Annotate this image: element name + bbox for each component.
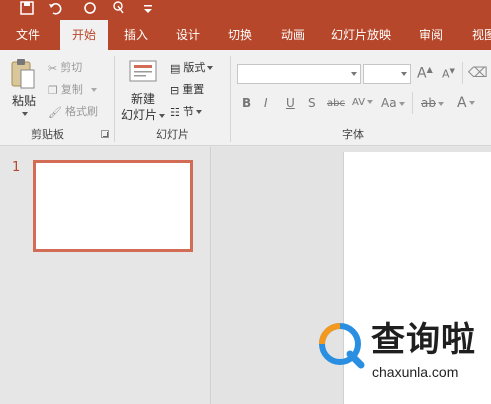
copy-button[interactable]: ❐ 复制 <box>48 81 97 97</box>
underline-button[interactable]: U <box>286 96 295 110</box>
slide-number: 1 <box>12 160 21 175</box>
watermark-domain: chaxunla.com <box>372 364 459 380</box>
change-case-button[interactable]: Aa <box>381 96 405 110</box>
new-slide-label-1[interactable]: 新建 <box>131 90 155 107</box>
redo-icon[interactable] <box>83 1 97 15</box>
section-button[interactable]: ☷ 节 <box>170 103 202 119</box>
scissors-icon: ✂ <box>48 61 58 75</box>
char-spacing-button[interactable]: AV <box>352 97 374 108</box>
save-icon[interactable] <box>20 1 34 15</box>
font-group-label: 字体 <box>342 128 364 141</box>
new-slide-label-2[interactable]: 幻灯片 <box>121 106 166 123</box>
clipboard-group-label: 剪贴板 <box>31 128 64 141</box>
undo-icon[interactable] <box>48 1 62 15</box>
section-icon: ☷ <box>170 105 180 119</box>
paste-dropdown-icon[interactable] <box>22 112 28 116</box>
slides-group-label: 幻灯片 <box>156 128 189 141</box>
layout-icon: ▤ <box>170 61 181 75</box>
italic-button[interactable]: I <box>264 96 268 110</box>
tab-file[interactable]: 文件 <box>8 20 48 50</box>
strikethrough-button[interactable]: abc <box>327 98 345 109</box>
clipboard-launcher-icon[interactable] <box>101 130 109 138</box>
ribbon-tabs: 文件 开始 插入 设计 切换 动画 幻灯片放映 审阅 视图 <box>0 20 491 50</box>
tab-insert[interactable]: 插入 <box>117 20 155 50</box>
bold-button[interactable]: B <box>242 96 251 110</box>
tab-animations[interactable]: 动画 <box>274 20 312 50</box>
font-color-button[interactable]: A <box>457 95 475 111</box>
cut-button[interactable]: ✂ 剪切 <box>48 59 82 75</box>
reset-icon: ⊟ <box>170 83 180 97</box>
new-slide-icon <box>129 60 157 82</box>
tab-review[interactable]: 审阅 <box>412 20 450 50</box>
tab-view[interactable]: 视图 <box>465 20 491 50</box>
tab-design[interactable]: 设计 <box>169 20 207 50</box>
group-divider <box>114 56 115 142</box>
group-divider <box>230 56 231 142</box>
clear-formatting-icon[interactable]: ⌫ <box>468 65 488 81</box>
group-divider <box>462 62 463 84</box>
slide-thumbnail[interactable] <box>33 160 193 252</box>
chevron-down-icon <box>351 72 357 76</box>
copy-icon: ❐ <box>48 83 58 97</box>
brush-icon: 🖌 <box>48 105 62 119</box>
group-divider <box>412 92 413 114</box>
paste-label[interactable]: 粘贴 <box>12 92 36 109</box>
format-painter-button[interactable]: 🖌 格式刷 <box>48 103 98 119</box>
layout-button[interactable]: ▤ 版式 <box>170 59 214 75</box>
touch-mode-icon[interactable] <box>112 1 128 15</box>
font-size-input[interactable] <box>363 64 411 84</box>
tab-transitions[interactable]: 切换 <box>221 20 259 50</box>
tab-slide-show[interactable]: 幻灯片放映 <box>328 20 394 50</box>
shrink-font-button[interactable]: A▼ <box>442 67 455 81</box>
highlight-button[interactable]: ab <box>421 96 444 110</box>
font-name-input[interactable] <box>237 64 361 84</box>
paste-icon <box>11 59 35 89</box>
tab-home[interactable]: 开始 <box>60 20 108 50</box>
paste-button[interactable] <box>10 58 36 93</box>
reset-button[interactable]: ⊟ 重置 <box>170 81 204 97</box>
ribbon-home: 粘贴 ✂ 剪切 ❐ 复制 🖌 格式刷 剪贴板 新建 幻灯片 ▤ 版式 ⊟ 重置 ☷ 节 幻灯… <box>0 50 491 146</box>
chevron-down-icon <box>401 72 407 76</box>
watermark-brand: 查询啦 <box>371 320 476 360</box>
grow-font-button[interactable]: A▲ <box>417 65 433 82</box>
new-slide-button[interactable] <box>128 58 158 87</box>
watermark-logo-icon <box>316 320 366 370</box>
quick-access-toolbar <box>0 0 491 20</box>
customize-icon[interactable] <box>143 1 153 15</box>
text-shadow-button[interactable]: S <box>308 96 316 110</box>
